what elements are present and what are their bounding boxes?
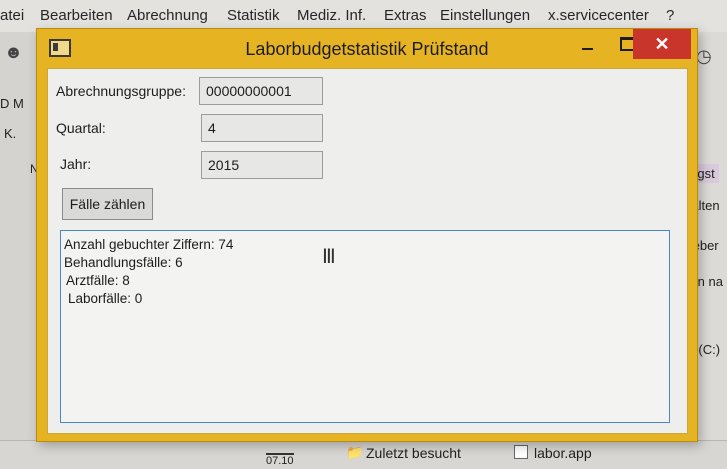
recent-places-link[interactable]: Zuletzt besucht	[366, 445, 461, 461]
file-icon	[514, 445, 528, 459]
menu-abrechnung[interactable]: Abrechnung	[127, 7, 208, 24]
abrechnungsgruppe-label: Abrechnungsgruppe:	[56, 83, 186, 99]
result-line-arztfaelle: Arztfälle: 8	[66, 273, 130, 288]
quartal-label: Quartal:	[56, 120, 106, 136]
result-line-behandlungsfaelle: Behandlungsfälle: 6	[64, 255, 183, 270]
users-icon[interactable]: ☻	[4, 42, 23, 63]
abrechnungsgruppe-input[interactable]	[199, 77, 323, 105]
jahr-input[interactable]	[201, 151, 323, 179]
background-left-label-1: D M	[0, 96, 24, 111]
labor-app-file[interactable]: labor.app	[534, 445, 592, 461]
minimize-icon	[581, 48, 593, 50]
menu-servicecenter[interactable]: x.servicecenter	[548, 7, 649, 24]
close-icon: ✕	[654, 33, 670, 54]
background-left-label-2: K.	[4, 126, 17, 141]
menu-help[interactable]: ?	[666, 7, 674, 24]
result-output-area[interactable]: Anzahl gebuchter Ziffern: 74 Behandlungs…	[60, 230, 670, 423]
laborbudget-window: Laborbudgetstatistik Prüfstand ✕ Abrechn…	[36, 28, 698, 442]
jahr-label: Jahr:	[60, 156, 92, 172]
result-line-laborfaelle: Laborfälle: 0	[68, 291, 143, 306]
quartal-input[interactable]	[201, 114, 323, 142]
background-bottom-bar: 07.10 📁 Zuletzt besucht labor.app	[0, 440, 727, 469]
background-toolbar: ☻ D M K. Na	[0, 32, 45, 452]
menu-mediz-inf[interactable]: Mediz. Inf.	[297, 7, 366, 24]
faelle-zaehlen-button[interactable]: Fälle zählen	[62, 188, 153, 220]
window-title-bar[interactable]: Laborbudgetstatistik Prüfstand ✕	[37, 29, 697, 67]
menu-statistik[interactable]: Statistik	[227, 7, 280, 24]
folder-icon: 📁	[346, 444, 364, 460]
text-cursor-icon: Ⅲ	[322, 246, 336, 268]
window-client-area: Abrechnungsgruppe: Quartal: Jahr: Fälle …	[47, 68, 688, 434]
result-line-ziffern: Anzahl gebuchter Ziffern: 74	[64, 237, 234, 252]
clock-icon: ◷	[696, 46, 712, 66]
minimize-button[interactable]	[567, 29, 607, 59]
background-date: 07.10	[266, 453, 294, 467]
menu-datei[interactable]: atei	[0, 7, 24, 24]
menu-bearbeiten[interactable]: Bearbeiten	[40, 7, 113, 24]
menu-einstellungen[interactable]: Einstellungen	[440, 7, 530, 24]
close-button[interactable]: ✕	[633, 29, 691, 59]
menu-extras[interactable]: Extras	[384, 7, 427, 24]
